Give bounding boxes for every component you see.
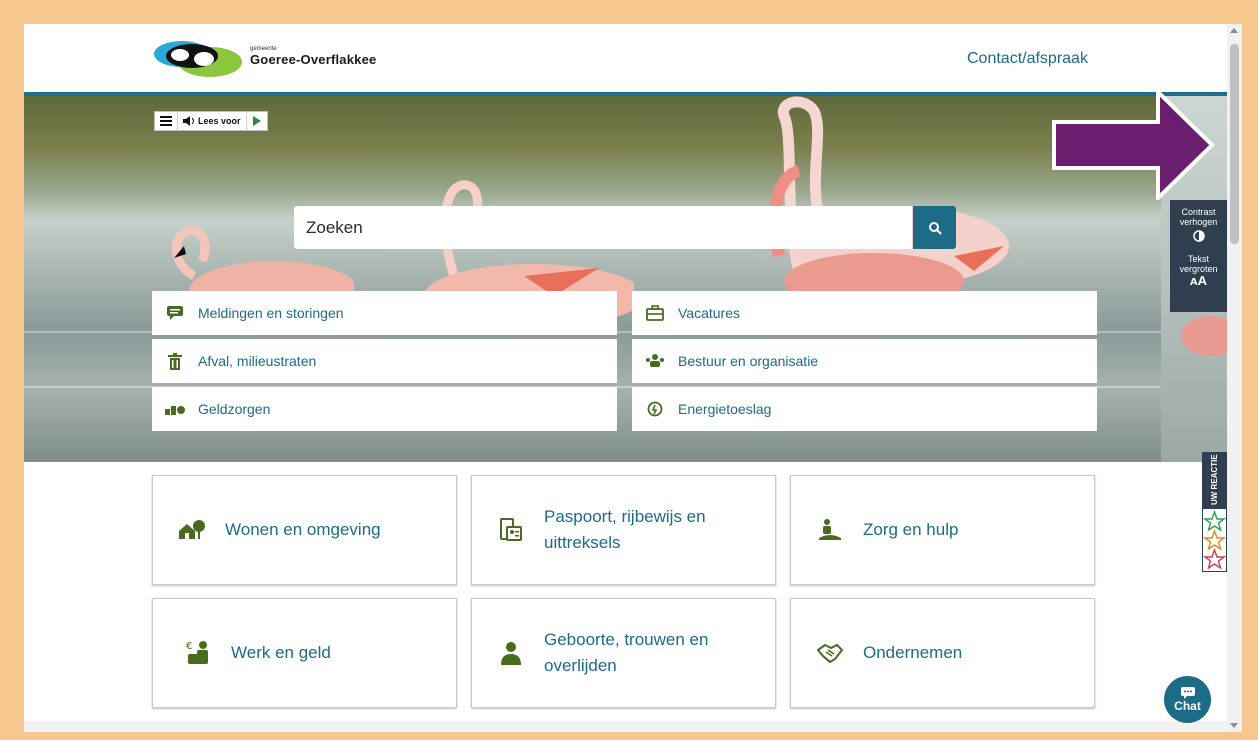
tile-wonen[interactable]: Wonen en omgeving bbox=[152, 475, 457, 585]
care-icon bbox=[819, 519, 841, 540]
menu-button[interactable] bbox=[155, 112, 178, 130]
star-green-icon[interactable] bbox=[1202, 509, 1227, 532]
quick-link-label: Geldzorgen bbox=[198, 401, 271, 417]
play-icon bbox=[252, 116, 261, 126]
accessibility-tools: Contrast verhogen Tekst vergroten ᴀA bbox=[1170, 200, 1227, 312]
tile-label: Werk en geld bbox=[231, 643, 331, 662]
tile-label: Geboorte, trouwen en overlijden bbox=[544, 630, 709, 675]
briefcase-icon bbox=[646, 305, 664, 321]
chat-label: Chat bbox=[1174, 698, 1201, 713]
tile-geboorte[interactable]: Geboorte, trouwen en overlijden bbox=[471, 598, 776, 708]
money-icon bbox=[165, 406, 185, 415]
search-input[interactable] bbox=[294, 206, 912, 249]
chat-button[interactable]: Chat bbox=[1164, 676, 1211, 723]
quick-link-energietoeslag[interactable]: Energietoeslag bbox=[632, 387, 1097, 431]
search-icon bbox=[928, 221, 942, 235]
tile-ondernemen[interactable]: Ondernemen bbox=[790, 598, 1095, 708]
quick-link-label: Afval, milieustraten bbox=[198, 353, 317, 369]
star-orange-icon[interactable] bbox=[1202, 528, 1227, 551]
quick-link-bestuur[interactable]: Bestuur en organisatie bbox=[632, 339, 1097, 383]
text-size-label: Tekst bbox=[1187, 254, 1209, 264]
star-red-icon[interactable] bbox=[1202, 547, 1227, 570]
work-money-icon: € bbox=[186, 641, 208, 664]
logo-text: gemeente Goeree-Overflakkee bbox=[250, 46, 376, 67]
svg-text:€: € bbox=[186, 641, 192, 652]
quick-link-label: Vacatures bbox=[678, 305, 740, 321]
tile-paspoort[interactable]: Paspoort, rijbewijs en uittreksels bbox=[471, 475, 776, 585]
search-button[interactable] bbox=[913, 206, 956, 249]
hamburger-icon bbox=[160, 116, 172, 126]
contrast-label-2: verhogen bbox=[1179, 217, 1218, 227]
feedback-label: UW REACTIE bbox=[1202, 452, 1227, 508]
play-button[interactable] bbox=[247, 112, 267, 130]
scroll-thumb[interactable] bbox=[1230, 44, 1239, 244]
contact-link[interactable]: Contact/afspraak bbox=[967, 50, 1088, 68]
contrast-toggle[interactable]: Contrast verhogen bbox=[1170, 200, 1227, 244]
speech-bubble-icon bbox=[167, 306, 183, 320]
purple-arrow-annotation bbox=[1052, 90, 1215, 200]
person-icon bbox=[501, 642, 521, 665]
quick-link-label: Bestuur en organisatie bbox=[678, 353, 819, 369]
trash-icon bbox=[168, 352, 182, 370]
logo-name: Goeree-Overflakkee bbox=[250, 52, 377, 67]
quick-link-label: Energietoeslag bbox=[678, 401, 772, 417]
scroll-up-arrow[interactable] bbox=[1230, 28, 1238, 33]
quick-link-vacatures[interactable]: Vacatures bbox=[632, 291, 1097, 335]
page-bottom-strip bbox=[24, 721, 1227, 732]
browser-viewport: gemeente Goeree-Overflakkee Contact/afsp… bbox=[24, 24, 1227, 732]
people-icon bbox=[646, 354, 664, 367]
chat-icon bbox=[1180, 686, 1195, 699]
site-header: gemeente Goeree-Overflakkee Contact/afsp… bbox=[24, 24, 1227, 92]
tile-zorg[interactable]: Zorg en hulp bbox=[790, 475, 1095, 585]
scrollbar[interactable] bbox=[1227, 24, 1242, 732]
municipality-logo[interactable] bbox=[152, 38, 247, 78]
house-tree-icon bbox=[179, 520, 205, 539]
quick-link-label: Meldingen en storingen bbox=[198, 305, 344, 321]
scroll-down-arrow[interactable] bbox=[1230, 723, 1238, 728]
tile-label: Zorg en hulp bbox=[863, 520, 959, 539]
feedback-widget[interactable]: UW REACTIE bbox=[1202, 452, 1227, 572]
tile-label: Paspoort, rijbewijs en uittreksels bbox=[544, 507, 706, 552]
contrast-icon bbox=[1192, 230, 1205, 242]
tile-label: Ondernemen bbox=[863, 643, 963, 662]
tile-label: Wonen en omgeving bbox=[225, 520, 381, 539]
quick-link-geldzorgen[interactable]: Geldzorgen bbox=[152, 387, 617, 431]
search-bar bbox=[294, 206, 956, 249]
quick-link-meldingen[interactable]: Meldingen en storingen bbox=[152, 291, 617, 335]
read-aloud-button[interactable]: Lees voor bbox=[178, 112, 247, 130]
tile-werk[interactable]: € Werk en geld bbox=[152, 598, 457, 708]
read-aloud-toolbar: Lees voor bbox=[154, 111, 268, 131]
handshake-icon bbox=[817, 643, 843, 664]
speaker-icon bbox=[183, 116, 194, 126]
energy-icon bbox=[647, 401, 663, 417]
documents-icon bbox=[500, 518, 522, 541]
contrast-label: Contrast bbox=[1181, 207, 1216, 217]
text-size-icon: ᴀA bbox=[1189, 273, 1208, 288]
quick-link-afval[interactable]: Afval, milieustraten bbox=[152, 339, 617, 383]
read-aloud-label: Lees voor bbox=[198, 116, 241, 126]
text-size-toggle[interactable]: Tekst vergroten ᴀA bbox=[1170, 244, 1227, 288]
feedback-stars bbox=[1202, 508, 1227, 572]
